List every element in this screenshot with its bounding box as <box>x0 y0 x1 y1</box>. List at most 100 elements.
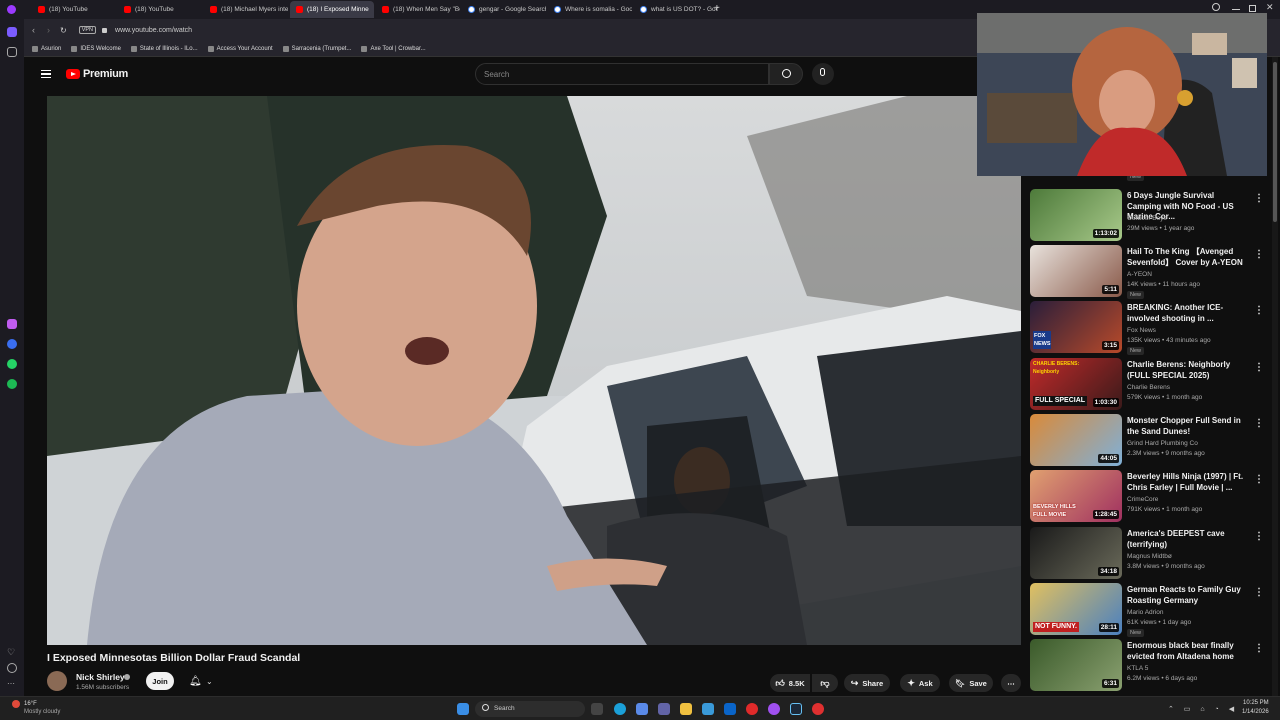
recommendation-title[interactable]: Charlie Berens: Neighborly (FULL SPECIAL… <box>1127 360 1247 381</box>
spotify-icon[interactable] <box>7 379 17 389</box>
recommendation-title[interactable]: Beverley Hills Ninja (1997) | Ft. Chris … <box>1127 472 1247 493</box>
taskbar-search-box[interactable]: Search <box>475 701 585 717</box>
video-thumbnail[interactable]: 1:28:45 BEVERLY HILLS FULL MOVIE <box>1030 470 1122 522</box>
video-thumbnail[interactable]: 1:13:02 <box>1030 189 1122 241</box>
more-vertical-icon[interactable]: ⋮ <box>1254 249 1264 260</box>
more-vertical-icon[interactable]: ⋮ <box>1254 474 1264 485</box>
file-explorer-icon[interactable] <box>680 703 692 715</box>
recommendation-channel[interactable]: A-YEON <box>1127 270 1152 279</box>
system-tray[interactable]: ⌃ ▭ ⌂ ◔ ◀︎ <box>1168 705 1238 713</box>
app-icon[interactable] <box>812 703 824 715</box>
more-vertical-icon[interactable]: ⋮ <box>1254 531 1264 542</box>
recommendation-card[interactable]: 5:11 Hail To The King 【Avenged Sevenfold】… <box>1028 245 1268 299</box>
browser-tab[interactable]: (18) YouTube <box>32 1 116 18</box>
bookmark-item[interactable]: Access Your Account <box>207 45 273 52</box>
share-button[interactable]: ↪ Share <box>844 674 890 692</box>
video-thumbnail[interactable]: 1:03:30 CHARLIE BERENS: Neighborly FULL SP… <box>1030 358 1122 410</box>
minimize-button[interactable] <box>1232 9 1240 10</box>
bookmark-item[interactable]: State of Illinois - ILo... <box>130 45 198 52</box>
recommendation-card[interactable]: 1:03:30 CHARLIE BERENS: Neighborly FULL SP… <box>1028 358 1268 412</box>
clock-time[interactable]: 10:25 PM <box>1243 700 1269 706</box>
recommendation-channel[interactable]: Magnus Midtbø <box>1127 552 1172 561</box>
reload-icon[interactable]: ↻ <box>60 26 67 35</box>
home-icon[interactable] <box>7 27 17 37</box>
recommendation-card[interactable]: 3:15 FOX NEWS BREAKING: Another ICE-involv… <box>1028 301 1268 355</box>
close-window-button[interactable]: ✕ <box>1266 2 1274 13</box>
search-button[interactable] <box>769 63 803 85</box>
bookmark-item[interactable]: IDES Welcome <box>71 45 121 52</box>
restore-button[interactable] <box>1249 5 1256 12</box>
recommendation-title[interactable]: Hail To The King 【Avenged Sevenfold】 Cov… <box>1127 247 1247 268</box>
browser-tab[interactable]: what is US DOT? - Googl <box>634 1 718 18</box>
copilot-icon[interactable] <box>636 703 648 715</box>
video-thumbnail[interactable]: 28:11 NOT FUNNY. <box>1030 583 1122 635</box>
channel-name[interactable]: Nick Shirley <box>76 672 125 682</box>
weather-icon[interactable] <box>12 700 20 708</box>
browser-tab[interactable]: Where is somalia - Googl <box>548 1 632 18</box>
history-icon[interactable] <box>7 663 17 673</box>
more-vertical-icon[interactable]: ⋮ <box>1254 587 1264 598</box>
video-thumbnail[interactable]: 5:11 <box>1030 245 1122 297</box>
steam-icon[interactable] <box>790 703 802 715</box>
dislike-button[interactable]: 👎︎ <box>812 674 838 692</box>
recommendation-channel[interactable]: KTLA 5 <box>1127 664 1148 673</box>
more-actions-button[interactable]: ⋯ <box>1001 674 1021 692</box>
calculator-icon[interactable] <box>702 703 714 715</box>
edge-icon[interactable] <box>614 703 626 715</box>
recommendation-card[interactable]: 34:18 America's DEEPEST cave (terrifying)… <box>1028 527 1268 581</box>
save-button[interactable]: 🔖︎ Save <box>949 674 993 692</box>
recommendation-channel[interactable]: Grind Hard Plumbing Co <box>1127 439 1198 448</box>
windows-start-icon[interactable] <box>457 703 469 715</box>
recommendation-title[interactable]: BREAKING: Another ICE-involved shooting … <box>1127 303 1247 324</box>
video-thumbnail[interactable]: 3:15 FOX NEWS <box>1030 301 1122 353</box>
bookmark-item[interactable]: Sarracenia (Trumpet... <box>282 45 351 52</box>
join-button[interactable]: Join <box>146 672 174 690</box>
url-field[interactable]: www.youtube.com/watch <box>115 27 192 34</box>
channel-avatar[interactable] <box>47 671 67 691</box>
bookmark-item[interactable]: Asurion <box>32 45 61 52</box>
browser-tab[interactable]: (18) When Men Say "Be R <box>376 1 460 18</box>
bookmark-item[interactable]: Axe Tool | Crowbar... <box>361 45 426 52</box>
recommendation-title[interactable]: Monster Chopper Full Send in the Sand Du… <box>1127 416 1247 437</box>
video-player[interactable] <box>47 96 1021 645</box>
voice-search-button[interactable] <box>812 63 834 85</box>
recommendation-title[interactable]: German Reacts to Family Guy Roasting Ger… <box>1127 585 1247 606</box>
opera-icon[interactable] <box>746 703 758 715</box>
search-input[interactable]: Search <box>475 63 769 85</box>
browser-tab[interactable]: (18) I Exposed Minne <box>290 1 374 18</box>
video-thumbnail[interactable]: 6:31 <box>1030 639 1122 691</box>
scrollbar-thumb[interactable] <box>1273 62 1277 222</box>
whatsapp-icon[interactable] <box>7 359 17 369</box>
teams-icon[interactable] <box>658 703 670 715</box>
aria-ai-icon[interactable] <box>7 319 17 329</box>
recommendation-card[interactable]: 28:11 NOT FUNNY. German Reacts to Family G… <box>1028 583 1268 637</box>
recommendation-channel[interactable]: Charlie Berens <box>1127 383 1170 392</box>
clock-date[interactable]: 1/14/2026 <box>1242 709 1269 715</box>
recommendation-card[interactable]: 44:05 Monster Chopper Full Send in the Sa… <box>1028 414 1268 468</box>
more-vertical-icon[interactable]: ⋮ <box>1254 643 1264 654</box>
hamburger-menu-icon[interactable] <box>41 70 51 78</box>
ask-button[interactable]: ✦ Ask <box>900 674 940 692</box>
recommendation-card[interactable]: 6:31 Enormous black bear finally evicted … <box>1028 639 1268 693</box>
vpn-badge[interactable]: VPN <box>78 26 97 34</box>
chevron-down-icon[interactable]: ⌄ <box>206 677 213 686</box>
heart-icon[interactable]: ♡ <box>7 647 17 657</box>
more-vertical-icon[interactable]: ⋮ <box>1254 418 1264 429</box>
more-vertical-icon[interactable]: ⋮ <box>1254 193 1264 204</box>
notification-bell-icon[interactable]: 🔔︎ <box>189 676 202 687</box>
like-button[interactable]: 👍︎ 8.5K <box>770 674 810 692</box>
bookmark-star-icon[interactable] <box>7 47 17 57</box>
scrollbar[interactable] <box>1272 57 1278 696</box>
video-thumbnail[interactable]: 44:05 <box>1030 414 1122 466</box>
browser-search-icon[interactable] <box>1212 3 1220 11</box>
recommendation-title[interactable]: Enormous black bear finally evicted from… <box>1127 641 1247 662</box>
browser-tab[interactable]: (18) YouTube <box>118 1 202 18</box>
youtube-logo[interactable]: Premium <box>66 68 128 80</box>
recommendation-channel[interactable]: Mario Adrion <box>1127 608 1164 617</box>
video-thumbnail[interactable]: 34:18 <box>1030 527 1122 579</box>
recommendation-channel[interactable]: Fox News <box>1127 326 1156 335</box>
messenger-app-icon[interactable] <box>768 703 780 715</box>
messenger-icon[interactable] <box>7 339 17 349</box>
outlook-icon[interactable] <box>724 703 736 715</box>
browser-tab[interactable]: (18) Michael Myers interr <box>204 1 288 18</box>
